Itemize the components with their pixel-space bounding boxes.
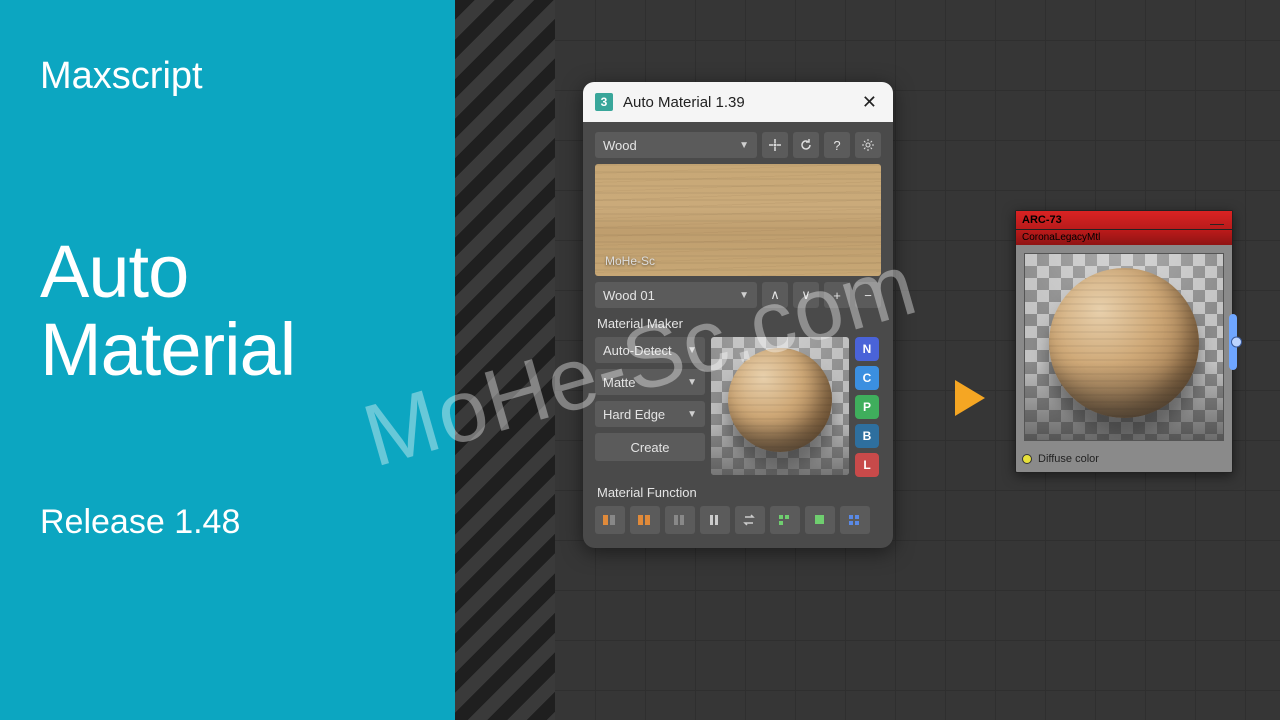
material-sphere-preview[interactable] xyxy=(711,337,849,475)
add-button[interactable]: + xyxy=(824,282,850,308)
node-title[interactable]: ARC-73 xyxy=(1016,211,1232,230)
sphere-render xyxy=(1049,268,1199,418)
detect-value: Auto-Detect xyxy=(603,343,672,358)
gear-icon xyxy=(861,138,875,152)
plus-icon: + xyxy=(833,288,841,303)
banner-release: Release 1.48 xyxy=(40,503,415,542)
texture-watermark: MoHe-Sc xyxy=(605,254,655,268)
node-preview[interactable] xyxy=(1024,253,1224,441)
refresh-icon xyxy=(799,138,813,152)
func-btn-2[interactable] xyxy=(630,506,660,534)
help-icon: ? xyxy=(833,138,840,153)
pick-button[interactable] xyxy=(762,132,788,158)
map-tags: N C P B L xyxy=(855,337,879,477)
tag-n[interactable]: N xyxy=(855,337,879,361)
banner-title-line1: Auto xyxy=(40,230,188,313)
layout-icon xyxy=(672,513,688,527)
create-button[interactable]: Create xyxy=(595,433,705,461)
help-button[interactable]: ? xyxy=(824,132,850,158)
create-label: Create xyxy=(630,440,669,455)
tag-p[interactable]: P xyxy=(855,395,879,419)
chevron-down-icon: ▼ xyxy=(687,345,697,356)
func-btn-1[interactable] xyxy=(595,506,625,534)
prev-button[interactable]: ∧ xyxy=(762,282,788,308)
sphere-render xyxy=(728,348,832,452)
swap-icon xyxy=(742,513,758,527)
maker-section-label: Material Maker xyxy=(597,316,881,331)
remove-button[interactable]: − xyxy=(855,282,881,308)
preset-value: Wood 01 xyxy=(603,288,655,303)
material-node[interactable]: — ARC-73 CoronaLegacyMtl Diffuse color xyxy=(1015,210,1233,473)
dialog-titlebar[interactable]: 3 Auto Material 1.39 ✕ xyxy=(583,82,893,122)
node-editor-stage[interactable]: 3 Auto Material 1.39 ✕ Wood ▼ ? xyxy=(455,0,1280,720)
square-icon xyxy=(812,513,828,527)
auto-material-dialog: 3 Auto Material 1.39 ✕ Wood ▼ ? xyxy=(583,82,893,548)
layout-icon xyxy=(637,513,653,527)
chevron-up-icon: ∧ xyxy=(770,287,780,303)
func-btn-3[interactable] xyxy=(665,506,695,534)
banner-title: Auto Material xyxy=(40,233,415,388)
grid-icon xyxy=(847,513,863,527)
category-dropdown[interactable]: Wood ▼ xyxy=(595,132,757,158)
tag-b[interactable]: B xyxy=(855,424,879,448)
close-button[interactable]: ✕ xyxy=(858,88,881,117)
output-label: Diffuse color xyxy=(1038,453,1099,465)
dialog-body: Wood ▼ ? MoHe-Sc Wood 01 xyxy=(583,122,893,548)
settings-button[interactable] xyxy=(855,132,881,158)
node-output-row: Diffuse color xyxy=(1016,449,1232,472)
func-btn-5[interactable] xyxy=(735,506,765,534)
node-type: CoronaLegacyMtl xyxy=(1016,230,1232,245)
promo-banner: Maxscript Auto Material Release 1.48 xyxy=(0,0,455,720)
edge-value: Hard Edge xyxy=(603,407,665,422)
detect-dropdown[interactable]: Auto-Detect ▼ xyxy=(595,337,705,363)
finish-value: Matte xyxy=(603,375,636,390)
function-buttons xyxy=(595,506,881,534)
app-icon: 3 xyxy=(595,93,613,111)
chevron-down-icon: ▼ xyxy=(687,377,697,388)
edge-dropdown[interactable]: Hard Edge ▼ xyxy=(595,401,705,427)
tag-l[interactable]: L xyxy=(855,453,879,477)
grid-icon xyxy=(777,513,793,527)
tag-c[interactable]: C xyxy=(855,366,879,390)
func-btn-7[interactable] xyxy=(805,506,835,534)
output-port[interactable] xyxy=(1022,454,1032,464)
refresh-button[interactable] xyxy=(793,132,819,158)
minimize-icon[interactable]: — xyxy=(1210,215,1224,231)
chevron-down-icon: ▼ xyxy=(739,140,749,151)
layout-icon xyxy=(707,513,723,527)
category-value: Wood xyxy=(603,138,637,153)
layout-icon xyxy=(602,513,618,527)
dialog-title: Auto Material 1.39 xyxy=(623,94,858,111)
chevron-down-icon: ▼ xyxy=(739,290,749,301)
finish-dropdown[interactable]: Matte ▼ xyxy=(595,369,705,395)
stripe-decoration xyxy=(455,0,555,720)
chevron-down-icon: ▼ xyxy=(687,409,697,420)
func-btn-6[interactable] xyxy=(770,506,800,534)
crosshair-icon xyxy=(768,138,782,152)
minus-icon: − xyxy=(864,288,872,303)
chevron-down-icon: ∨ xyxy=(801,287,811,303)
arrow-icon xyxy=(955,380,985,416)
preset-dropdown[interactable]: Wood 01 ▼ xyxy=(595,282,757,308)
next-button[interactable]: ∨ xyxy=(793,282,819,308)
func-btn-4[interactable] xyxy=(700,506,730,534)
function-section-label: Material Function xyxy=(597,485,881,500)
banner-title-line2: Material xyxy=(40,308,295,391)
banner-subtitle: Maxscript xyxy=(40,55,415,98)
func-btn-8[interactable] xyxy=(840,506,870,534)
node-resize-handle[interactable] xyxy=(1229,314,1237,370)
texture-preview[interactable]: MoHe-Sc xyxy=(595,164,881,276)
